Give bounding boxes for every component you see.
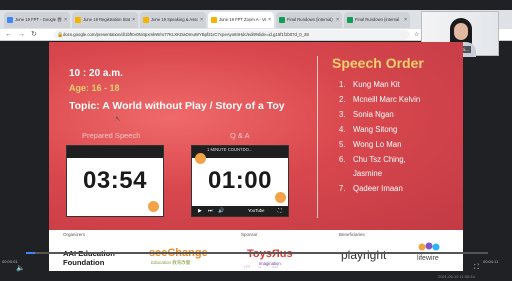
speech-order-item-continuation: Jasmine — [353, 169, 383, 178]
sheets-favicon-icon — [279, 17, 285, 23]
tab-label: Final Rundown (internal — [355, 17, 400, 22]
youtube-logo[interactable]: YouTube — [248, 206, 264, 216]
skip-icon[interactable]: ⏭ — [208, 206, 213, 216]
timer-marker-icon — [275, 192, 286, 203]
close-tab-icon[interactable]: × — [268, 12, 271, 28]
tab-label: June 19 FPT Zoom A - Ver — [219, 17, 266, 22]
presentation-slide: 10 : 20 a.m. Age: 16 - 18 Topic: A World… — [49, 42, 463, 230]
sponsor-label: Sponsor — [241, 232, 258, 237]
speech-order-item: 2. Mcneill Marc Kelvin — [339, 95, 421, 104]
video-title-bar: 1 MINUTE COUNTDO... — [192, 146, 288, 158]
forward-icon[interactable]: → — [18, 29, 25, 41]
close-tab-icon[interactable]: × — [132, 12, 135, 28]
lock-icon: 🔒 — [57, 32, 64, 38]
browser-tab-6[interactable]: Final Rundown (internal × — [344, 12, 410, 28]
volume-icon[interactable]: 🔈 — [16, 264, 25, 272]
video-marker-icon — [195, 153, 206, 164]
star-icon[interactable]: ☆ — [414, 29, 419, 41]
back-icon[interactable]: ← — [5, 29, 12, 41]
qa-label: Q & A — [230, 131, 250, 140]
beneficiaries-label: Beneficiaries — [339, 232, 365, 237]
tab-label: Final Rundown (internal) — [287, 17, 333, 22]
fullscreen-icon[interactable]: ⛶ — [474, 264, 479, 272]
browser-tab-2[interactable]: June 19 Registration Statis × — [72, 12, 138, 28]
reload-icon[interactable]: ↻ — [31, 29, 37, 41]
qa-timer-video[interactable]: 1 MINUTE COUNTDO... 01:00 ▶ ⏭ 🔊 YouTube … — [191, 145, 289, 217]
prepared-speech-label: Prepared Speech — [82, 131, 141, 140]
screen: + June 19 FPT - Google 雲端 × June 19 Regi… — [0, 0, 512, 281]
speech-order-item: 1. Kung Man Kit — [339, 80, 400, 89]
slides-favicon-icon — [143, 17, 149, 23]
timer-header-bar — [67, 146, 163, 158]
browser-tab-1[interactable]: June 19 FPT - Google 雲端 × — [4, 12, 70, 28]
person-face — [454, 23, 468, 40]
fullscreen-icon[interactable]: ⛶ — [278, 206, 282, 216]
recording-timestamp: 2021-06-19 11:05:44 — [438, 274, 475, 279]
speech-order-item: 3. Sonia Ngan — [339, 110, 394, 119]
slides-favicon-icon — [75, 17, 81, 23]
url-text: docs.google.com/presentation/d/1bfEv0Ni4… — [63, 32, 309, 37]
slide-topic: Topic: A World without Play / Story of a… — [69, 100, 285, 112]
sheets-favicon-icon — [347, 17, 353, 23]
address-bar[interactable]: 🔒 docs.google.com/presentation/d/1bfEv0N… — [54, 30, 410, 40]
slide-time: 10 : 20 a.m. — [69, 68, 123, 79]
play-icon[interactable]: ▶ — [198, 206, 202, 216]
tab-label: June 19 FPT - Google 雲端 — [15, 17, 62, 22]
total-time: 00:04:11 — [483, 259, 499, 264]
tab-label: June 19 Speaking & Assoc — [151, 17, 198, 22]
slide-divider — [317, 56, 318, 218]
close-tab-icon[interactable]: × — [200, 12, 203, 28]
mouse-cursor-icon: ↖ — [115, 116, 121, 123]
sponsor-band: Organizers Sponsor Beneficiaries AAI Edu… — [49, 230, 463, 271]
speech-order-item: 4. Wang Sitong — [339, 125, 398, 134]
tab-label: June 19 Registration Statis — [83, 17, 130, 22]
slide-age-group: Age: 16 - 18 — [69, 83, 120, 93]
browser-tab-5[interactable]: Final Rundown (internal) × — [276, 12, 342, 28]
close-tab-icon[interactable]: × — [336, 12, 339, 28]
lifewire-mark-icon — [418, 242, 440, 251]
slides-favicon-icon — [211, 17, 217, 23]
video-title: 1 MINUTE COUNTDO... — [207, 147, 253, 152]
close-tab-icon[interactable]: × — [404, 12, 407, 28]
video-control-bar: ▶ ⏭ 🔊 YouTube ⛶ — [192, 206, 288, 216]
previous-icon[interactable]: ⏮ — [244, 264, 250, 272]
browser-tab-4-active[interactable]: June 19 FPT Zoom A - Ver × — [208, 12, 274, 28]
seechange-tagline: Education 教育改變 — [151, 260, 191, 265]
playright-logo: playright — [341, 248, 387, 262]
drive-favicon-icon — [7, 17, 13, 23]
speech-order-item: 7. Qadeer Imaan — [339, 184, 403, 193]
timer-marker-icon — [148, 201, 159, 212]
toysrus-logo: ToysЯus — [247, 248, 293, 260]
speech-order-title: Speech Order — [332, 55, 424, 71]
seek-progress — [26, 252, 36, 254]
speech-order-item: 5. Wong Lo Man — [339, 140, 402, 149]
speech-order-item: 6. Chu Tsz Ching, — [339, 155, 406, 164]
prepared-speech-countdown: 03:54 — [83, 167, 147, 194]
browser-tab-3[interactable]: June 19 Speaking & Assoc × — [140, 12, 206, 28]
prepared-speech-timer[interactable]: 03:54 — [66, 145, 164, 217]
lifewire-logo: lifewire — [417, 255, 439, 262]
close-tab-icon[interactable]: × — [64, 12, 67, 28]
volume-icon[interactable]: 🔊 — [218, 206, 224, 216]
qa-countdown: 01:00 — [208, 167, 272, 194]
presentation-seek-bar[interactable] — [26, 252, 488, 254]
organizers-label: Organizers — [63, 232, 86, 237]
next-icon[interactable]: ⏭ — [272, 264, 278, 272]
play-pause-icon[interactable]: ⏸ — [258, 264, 262, 272]
